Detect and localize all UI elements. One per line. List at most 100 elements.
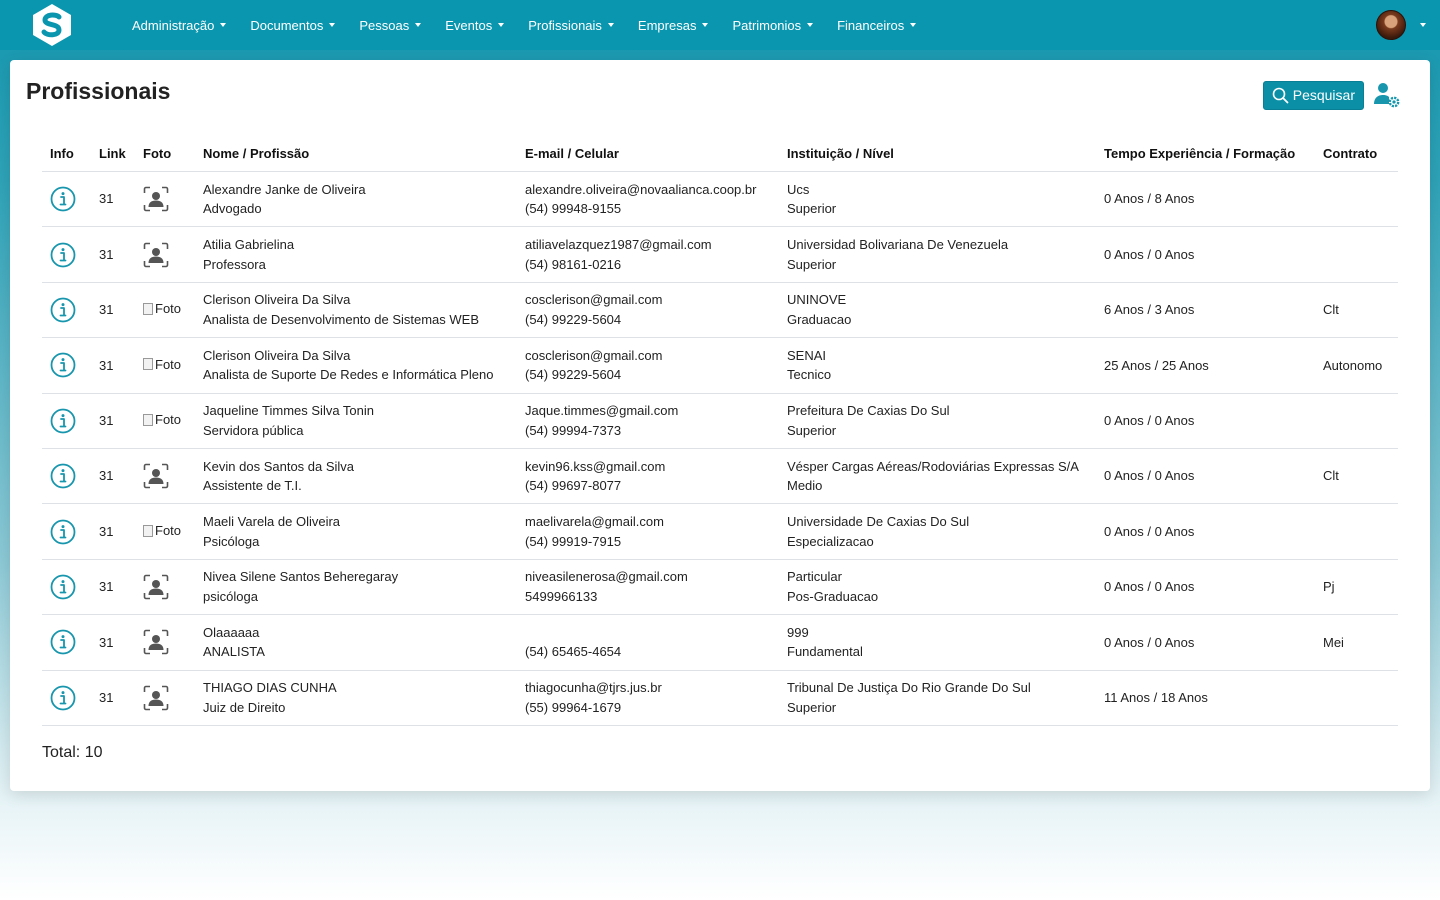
info-cell[interactable]: [42, 393, 91, 449]
contract-cell: [1315, 393, 1398, 449]
professional-experience: 25 Anos / 25 Anos: [1104, 357, 1209, 373]
link-cell[interactable]: 31: [91, 503, 135, 560]
nav-item-1[interactable]: Documentos: [238, 18, 347, 33]
info-icon[interactable]: [50, 186, 76, 212]
professional-email: niveasilenerosa@gmail.com: [525, 569, 688, 585]
professional-phone: (54) 99697-8077: [525, 478, 622, 494]
professional-name: Clerison Oliveira Da Silva: [203, 347, 351, 363]
link-cell[interactable]: 31: [91, 670, 135, 726]
professional-profession: Professora: [203, 256, 266, 272]
user-photo-placeholder-icon: [143, 685, 169, 711]
photo-alt-text: Foto: [155, 412, 182, 428]
search-button[interactable]: Pesquisar: [1262, 80, 1364, 110]
professional-email: alexandre.oliveira@novaalianca.coop.br: [525, 181, 757, 197]
name-profession-cell: Clerison Oliveira Da Silva Analista de Su…: [195, 337, 517, 394]
nav-item-label: Profissionais: [528, 17, 602, 33]
link-cell[interactable]: 31: [91, 282, 135, 339]
professional-profession: ANALISTA: [203, 644, 265, 660]
table-row[interactable]: 31 Alexandre Janke de Oliveira Advogado ale…: [42, 171, 1398, 228]
col-info[interactable]: Info: [42, 146, 91, 172]
user-settings-button[interactable]: [1372, 80, 1402, 110]
user-menu[interactable]: [1376, 10, 1426, 40]
link-cell[interactable]: 31: [91, 171, 135, 228]
info-icon[interactable]: [50, 352, 76, 378]
table-row[interactable]: 31 Atilia Gabrielina Professora atiliavelaz…: [42, 226, 1398, 283]
col-contract[interactable]: Contrato: [1315, 146, 1398, 172]
nav-item-6[interactable]: Patrimonios: [720, 18, 825, 33]
nav-item-3[interactable]: Eventos: [433, 18, 516, 33]
info-icon[interactable]: [50, 408, 76, 434]
professional-level: Tecnico: [787, 367, 832, 383]
professional-name: Atilia Gabrielina: [203, 237, 295, 253]
info-icon[interactable]: [50, 297, 76, 323]
info-cell[interactable]: [42, 171, 91, 228]
info-cell[interactable]: [42, 559, 91, 616]
link-value: 31: [99, 413, 114, 428]
experience-cell: 0 Anos / 0 Anos: [1096, 503, 1315, 560]
col-experience[interactable]: Tempo Experiência / Formação: [1096, 146, 1315, 172]
app-logo[interactable]: [30, 3, 74, 47]
info-cell[interactable]: [42, 337, 91, 394]
col-email-phone[interactable]: E-mail / Celular: [517, 146, 779, 172]
professional-institution: SENAI: [787, 347, 827, 363]
professional-experience: 0 Anos / 0 Anos: [1104, 579, 1195, 595]
professional-email: atiliavelazquez1987@gmail.com: [525, 237, 712, 253]
link-cell[interactable]: 31: [91, 614, 135, 671]
info-icon[interactable]: [50, 463, 76, 489]
professional-institution: Particular: [787, 569, 842, 585]
table-row[interactable]: 31 Olaaaaaa ANALISTA (54) 65465-4654 999 Fund…: [42, 614, 1398, 671]
info-cell[interactable]: [42, 448, 91, 505]
link-cell[interactable]: 31: [91, 337, 135, 394]
info-cell[interactable]: [42, 503, 91, 560]
col-name-profession[interactable]: Nome / Profissão: [195, 146, 517, 172]
table-row[interactable]: 31 Foto Clerison Oliveira Da Silva Analista…: [42, 337, 1398, 394]
table-row[interactable]: 31 Foto Clerison Oliveira Da Silva Analista…: [42, 282, 1398, 339]
table-row[interactable]: 31 Kevin dos Santos da Silva Assistente de…: [42, 448, 1398, 505]
info-icon[interactable]: [50, 242, 76, 268]
professional-experience: 6 Anos / 3 Anos: [1104, 302, 1195, 318]
table-row[interactable]: 31 Foto Maeli Varela de Oliveira Psicóloga m…: [42, 503, 1398, 560]
link-cell[interactable]: 31: [91, 559, 135, 616]
info-icon[interactable]: [50, 574, 76, 600]
info-icon[interactable]: [50, 685, 76, 711]
info-cell[interactable]: [42, 282, 91, 339]
professional-name: Jaqueline Timmes Silva Tonin: [203, 403, 375, 419]
chevron-down-icon: [910, 23, 917, 27]
col-institution-level[interactable]: Instituição / Nível: [779, 146, 1096, 172]
avatar[interactable]: [1376, 10, 1406, 40]
table-row[interactable]: 31 Nivea Silene Santos Beheregaray psicólo…: [42, 559, 1398, 616]
nav-item-0[interactable]: Administração: [120, 18, 238, 33]
link-cell[interactable]: 31: [91, 448, 135, 505]
info-icon[interactable]: [50, 629, 76, 655]
link-cell[interactable]: 31: [91, 393, 135, 449]
info-cell[interactable]: [42, 614, 91, 671]
professional-experience: 11 Anos / 18 Anos: [1104, 689, 1208, 705]
nav-item-2[interactable]: Pessoas: [347, 18, 433, 33]
table-row[interactable]: 31 THIAGO DIAS CUNHA Juiz de Direito thiago…: [42, 670, 1398, 726]
chevron-down-icon: [220, 23, 227, 27]
info-cell[interactable]: [42, 670, 91, 726]
card-header: Profissionais Pesquisar: [26, 76, 1400, 124]
nav-item-5[interactable]: Empresas: [626, 18, 721, 33]
professional-profession: Analista de Suporte De Redes e Informáti…: [203, 367, 494, 383]
institution-level-cell: Vésper Cargas Aéreas/Rodoviárias Express…: [779, 448, 1096, 505]
professional-experience: 0 Anos / 0 Anos: [1104, 413, 1195, 428]
info-icon[interactable]: [50, 519, 76, 545]
nav-item-7[interactable]: Financeiros: [825, 18, 928, 33]
nav-item-4[interactable]: Profissionais: [516, 18, 626, 33]
col-link[interactable]: Link: [91, 146, 135, 172]
table-row[interactable]: 31 Foto Jaqueline Timmes Silva Tonin Servid…: [42, 393, 1398, 449]
broken-image-icon: [143, 524, 153, 537]
professional-name: Alexandre Janke de Oliveira: [203, 181, 366, 197]
link-cell[interactable]: 31: [91, 226, 135, 283]
photo-cell: Foto: [135, 503, 195, 560]
institution-level-cell: UNINOVE Graduacao: [779, 282, 1096, 339]
experience-cell: 0 Anos / 0 Anos: [1096, 614, 1315, 671]
col-photo[interactable]: Foto: [135, 146, 195, 172]
professional-level: Superior: [787, 201, 837, 217]
broken-photo: Foto: [143, 410, 181, 430]
photo-cell: Foto: [135, 337, 195, 394]
professional-name: THIAGO DIAS CUNHA: [203, 680, 337, 696]
info-cell[interactable]: [42, 226, 91, 283]
professional-institution: Tribunal De Justiça Do Rio Grande Do Sul: [787, 680, 1031, 696]
